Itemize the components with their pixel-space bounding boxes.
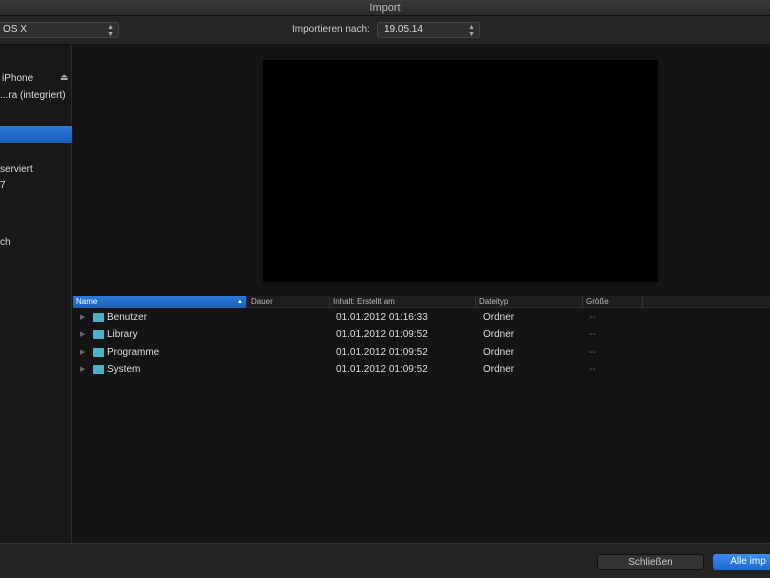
row-created: 01.01.2012 01:09:52	[336, 346, 428, 358]
table-header: Name ▲ Dauer Inhalt: Erstellt am Dateityp…	[73, 296, 770, 308]
title-bar: Import	[0, 0, 770, 16]
import-to-label: Importieren nach:	[292, 24, 370, 35]
column-duration[interactable]: Dauer	[248, 296, 330, 308]
source-popup[interactable]: OS X ▲ ▼	[0, 22, 119, 38]
disclosure-triangle-icon[interactable]: ▶	[80, 361, 85, 378]
sidebar-selected-item[interactable]	[0, 126, 72, 143]
folder-icon	[93, 330, 104, 340]
disclosure-triangle-icon[interactable]: ▶	[80, 309, 85, 326]
window-title: Import	[369, 2, 401, 14]
import-to-value: 19.05.14	[384, 24, 423, 35]
row-name: Benutzer	[107, 312, 148, 323]
sidebar-item-camera[interactable]: ...ra (integriert)	[0, 90, 66, 101]
row-name: System	[107, 363, 141, 375]
sidebar-item-7[interactable]: 7	[0, 180, 6, 191]
source-value: OS X	[3, 24, 27, 35]
column-size[interactable]: Größe	[583, 296, 643, 308]
column-created[interactable]: Inhalt: Erstellt am	[330, 296, 476, 308]
row-type: Ordner	[483, 312, 515, 323]
sort-ascending-icon: ▲	[237, 299, 243, 305]
row-size: --	[589, 329, 596, 341]
updown-icon: ▲ ▼	[468, 24, 475, 38]
row-name: Library	[107, 329, 138, 341]
import-to-popup[interactable]: 19.05.14 ▲ ▼	[377, 22, 480, 38]
sidebar-item-ch[interactable]: ch	[0, 237, 11, 248]
updown-icon: ▲ ▼	[107, 24, 114, 38]
toolbar: OS X ▲ ▼ Importieren nach: 19.05.14 ▲ ▼	[0, 16, 770, 45]
disclosure-triangle-icon[interactable]: ▶	[80, 344, 85, 361]
folder-icon	[93, 313, 104, 322]
preview-viewer	[263, 60, 658, 282]
table-row[interactable]: ▶ Benutzer 01.01.2012 01:16:33 Ordner --	[73, 309, 770, 326]
row-size: --	[589, 312, 596, 323]
row-created: 01.01.2012 01:16:33	[336, 312, 428, 323]
table-row[interactable]: ▶ Programme 01.01.2012 01:09:52 Ordner --	[73, 344, 770, 361]
column-name[interactable]: Name ▲	[73, 296, 247, 308]
bottom-bar: Schließen Alle imp	[0, 543, 770, 578]
folder-icon	[93, 364, 104, 374]
row-type: Ordner	[483, 346, 515, 358]
row-size: --	[589, 346, 596, 358]
column-type[interactable]: Dateityp	[476, 296, 583, 308]
folder-icon	[93, 347, 104, 357]
eject-icon[interactable]: ⏏	[60, 72, 69, 83]
row-name: Programme	[107, 346, 160, 358]
close-button[interactable]: Schließen	[597, 554, 704, 570]
row-created: 01.01.2012 01:09:52	[336, 363, 428, 375]
row-type: Ordner	[483, 363, 515, 375]
sidebar-item-iphone[interactable]: iPhone	[2, 73, 33, 84]
row-type: Ordner	[483, 329, 515, 341]
sidebar	[0, 45, 72, 543]
table-row[interactable]: ▶ Library 01.01.2012 01:09:52 Ordner --	[73, 326, 770, 343]
import-all-button[interactable]: Alle imp	[713, 554, 770, 570]
row-created: 01.01.2012 01:09:52	[336, 329, 428, 341]
table-row[interactable]: ▶ System 01.01.2012 01:09:52 Ordner --	[73, 361, 770, 378]
row-size: --	[589, 363, 596, 375]
disclosure-triangle-icon[interactable]: ▶	[80, 326, 85, 343]
sidebar-item-reserved[interactable]: serviert	[0, 164, 33, 175]
